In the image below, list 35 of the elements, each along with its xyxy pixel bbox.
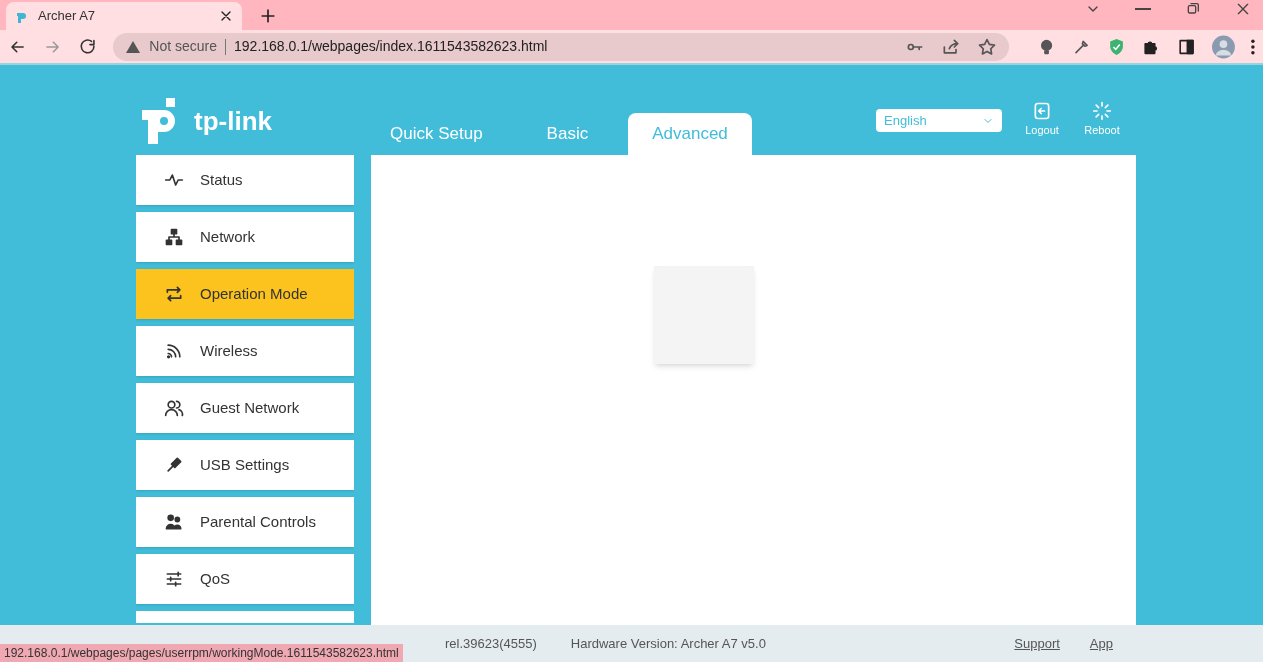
close-icon xyxy=(1235,1,1251,17)
hardware-version: Hardware Version: Archer A7 v5.0 xyxy=(570,634,766,653)
swap-arrows-icon xyxy=(164,284,184,304)
wifi-icon xyxy=(164,341,184,361)
avatar-icon[interactable] xyxy=(1212,34,1236,59)
sidebar-item[interactable]: Network xyxy=(136,212,354,262)
logo-text: tp-link xyxy=(194,104,272,138)
sidebar-item[interactable]: Operation Mode xyxy=(136,269,354,319)
reload-icon xyxy=(78,36,98,57)
status-url: 192.168.0.1/webpages/pages/userrpm/workingMode.1611543582623.html xyxy=(0,644,403,662)
address-bar[interactable]: Not secure 192.168.0.1/webpages/index.1611543582623.html xyxy=(113,32,1009,61)
sidebar-item[interactable]: Guest Network xyxy=(136,383,354,433)
sliders-icon xyxy=(164,569,184,589)
sidebar-item[interactable]: USB Settings xyxy=(136,440,354,490)
restore-icon xyxy=(1185,1,1201,17)
firmware-version: rel.39623(4555) xyxy=(445,634,537,653)
usb-plug-icon xyxy=(164,455,184,475)
tab-title: Archer A7 xyxy=(38,7,97,26)
sidebar-item[interactable]: Parental Controls xyxy=(136,497,354,547)
url-text: 192.168.0.1/webpages/index.1611543582623.html xyxy=(234,37,549,56)
people-icon xyxy=(164,398,184,418)
footer-link[interactable]: Support xyxy=(1014,633,1060,654)
security-label: Not secure xyxy=(149,37,218,56)
sidebar-item[interactable]: Wireless xyxy=(136,326,354,376)
browser-tab[interactable]: Archer A7 xyxy=(6,2,242,30)
logout-icon xyxy=(1032,101,1052,121)
sidebar-item[interactable]: QoS xyxy=(136,554,354,604)
footer-link[interactable]: App xyxy=(1089,633,1113,654)
family-icon xyxy=(164,512,184,532)
star-icon xyxy=(976,36,997,57)
more-icon[interactable] xyxy=(1251,38,1255,55)
network-icon xyxy=(164,227,184,247)
sidebar-item[interactable]: Status xyxy=(136,155,354,205)
minimize-icon xyxy=(1135,8,1151,10)
spinner-icon xyxy=(1092,101,1112,121)
